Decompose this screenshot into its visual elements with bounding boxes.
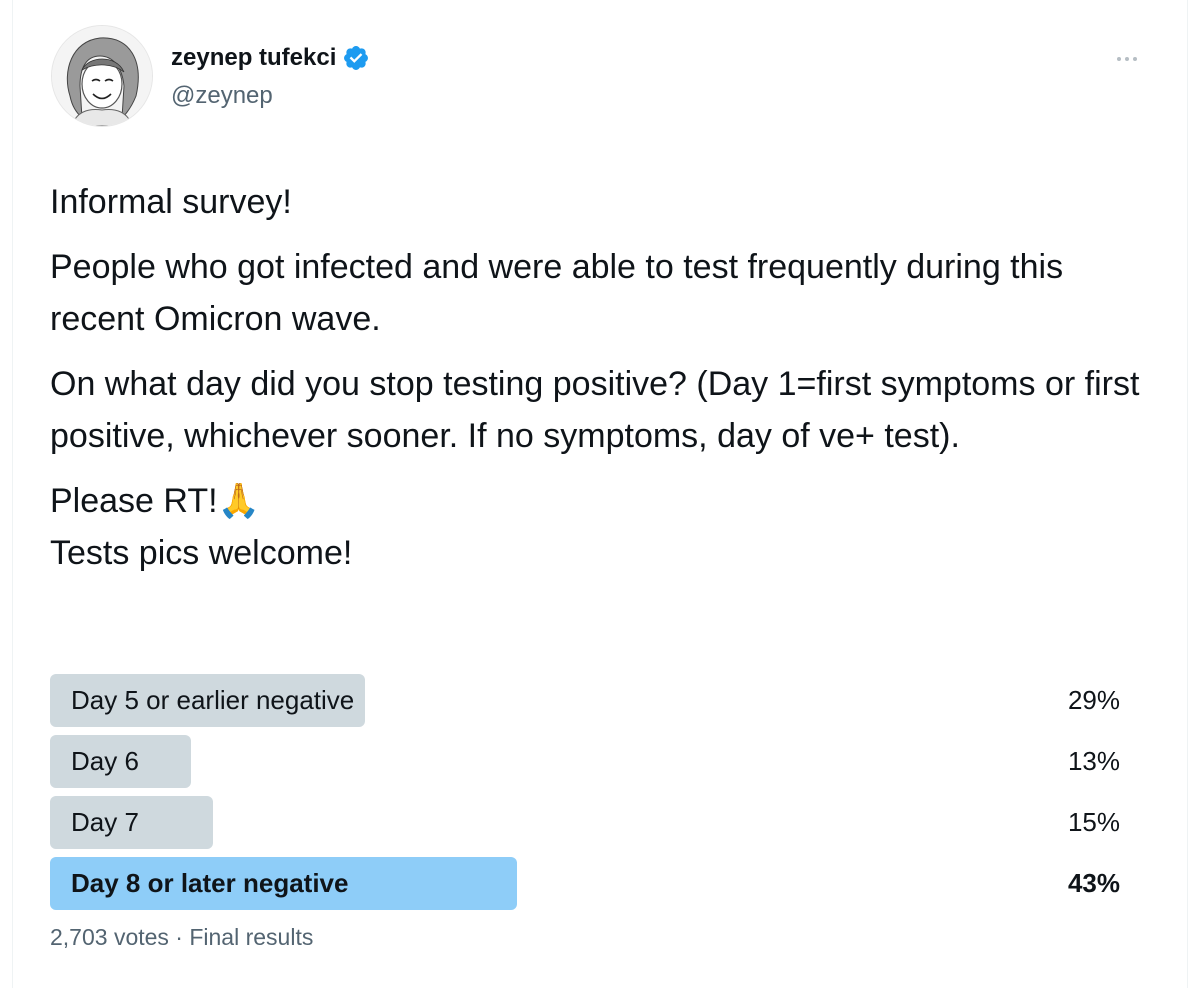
- poll-option: Day 6 13%: [50, 735, 1120, 788]
- more-options-button[interactable]: [1107, 44, 1147, 74]
- author-handle[interactable]: @zeynep: [171, 82, 273, 110]
- poll-option-percent: 13%: [1067, 746, 1120, 776]
- poll-option-label: Day 6: [71, 746, 139, 776]
- poll-option-label: Day 7: [71, 807, 139, 837]
- author-name-row[interactable]: zeynep tufekci: [171, 44, 370, 72]
- verified-badge-icon: [344, 46, 369, 70]
- tweet-paragraph: Please RT!🙏: [50, 482, 260, 520]
- tweet-paragraph: Informal survey!: [50, 183, 292, 221]
- poll-option: Day 8 or later negative 43%: [50, 857, 1120, 910]
- poll-option-percent: 43%: [1067, 868, 1120, 898]
- poll-footer: 2,703 votes · Final results: [50, 924, 314, 950]
- author-avatar[interactable]: [51, 25, 153, 127]
- poll: Day 5 or earlier negative 29% Day 6 13% Day …: [50, 674, 1120, 918]
- poll-option-percent: 29%: [1067, 685, 1120, 715]
- poll-option-label: Day 8 or later negative: [71, 868, 349, 898]
- poll-option-percent: 15%: [1067, 807, 1120, 837]
- tweet-paragraph: Tests pics welcome!: [50, 534, 353, 572]
- tweet-paragraph: On what day did you stop testing positiv…: [50, 365, 1140, 455]
- tweet-card: zeynep tufekci @zeynep Informal survey! …: [12, 0, 1188, 988]
- poll-option: Day 7 15%: [50, 796, 1120, 849]
- tweet-paragraph: People who got infected and were able to…: [50, 248, 1064, 338]
- tweet-text: Informal survey! People who got infected…: [50, 176, 1160, 579]
- more-dots-icon: [1117, 57, 1137, 61]
- user-avatar-sketch-icon: [52, 26, 152, 126]
- author-name[interactable]: zeynep tufekci: [171, 44, 336, 72]
- poll-option-label: Day 5 or earlier negative: [71, 685, 355, 715]
- poll-option: Day 5 or earlier negative 29%: [50, 674, 1120, 727]
